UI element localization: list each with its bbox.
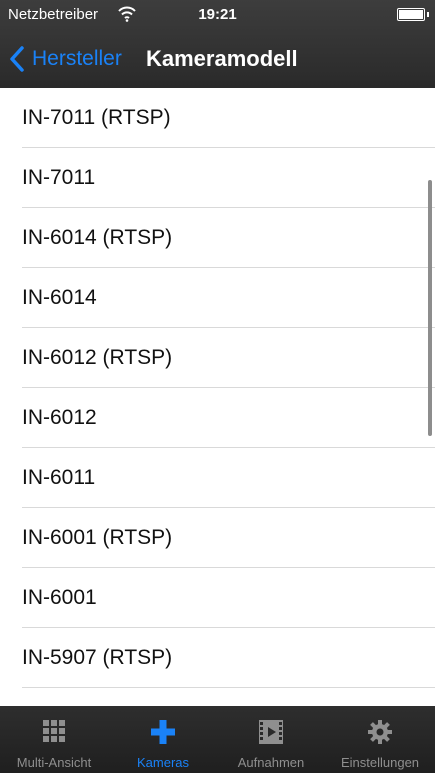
list-item[interactable]: IN-7011 [0,148,435,208]
list-item[interactable]: IN-6012 (RTSP) [0,328,435,388]
list-item[interactable] [0,688,435,706]
page-title: Kameramodell [146,46,298,71]
list-item-label: IN-6011 [22,466,96,489]
list-item-label: IN-5907 (RTSP) [22,646,173,669]
list-item-label: IN-6001 [22,586,97,609]
tab-label: Aufnahmen [237,755,305,770]
battery-icon [397,8,429,21]
tab-bar: Multi-Ansicht Kameras Aufnahmen Einstell… [0,706,435,773]
list-item-label: IN-6014 [22,286,97,309]
film-icon [259,720,283,744]
tab-kameras[interactable]: Kameras [109,706,217,773]
list-item[interactable]: IN-5907 (RTSP) [0,628,435,688]
list-item[interactable]: IN-6001 [0,568,435,628]
back-button[interactable]: Hersteller [8,44,122,74]
tab-label: Kameras [136,755,190,770]
camera-model-list[interactable]: IN-7011 (RTSP) IN-7011 IN-6014 (RTSP) IN… [0,88,435,706]
top-bar: Netzbetreiber 19:21 Hersteller Kameramod… [0,0,435,88]
chevron-left-icon [10,46,24,72]
list-item-label: IN-6014 (RTSP) [22,226,173,249]
list-item[interactable]: IN-6014 (RTSP) [0,208,435,268]
status-bar: Netzbetreiber 19:21 [0,0,435,30]
tab-label: Multi-Ansicht [16,755,92,770]
list-item[interactable]: IN-7011 (RTSP) [0,88,435,148]
list-item-label: IN-6012 (RTSP) [22,346,173,369]
list-item[interactable]: IN-6014 [0,268,435,328]
tab-multi-ansicht[interactable]: Multi-Ansicht [0,706,108,773]
back-button-label: Hersteller [32,47,122,70]
grid-icon [43,720,65,742]
list-item[interactable]: IN-6001 (RTSP) [0,508,435,568]
list-item-label: IN-7011 [22,166,96,189]
plus-icon [151,720,175,744]
tab-label: Einstellungen [340,755,420,770]
scrollbar[interactable] [428,180,432,436]
list-item[interactable]: IN-6012 [0,388,435,448]
list-item[interactable]: IN-6011 [0,448,435,508]
gear-icon [368,720,392,744]
list-item-label: IN-6001 (RTSP) [22,526,173,549]
list-item-label: IN-6012 [22,406,97,429]
list-item-label: IN-7011 (RTSP) [22,106,171,129]
tab-einstellungen[interactable]: Einstellungen [326,706,434,773]
tab-aufnahmen[interactable]: Aufnahmen [217,706,325,773]
navigation-bar: Hersteller Kameramodell [0,32,435,88]
status-time: 19:21 [198,6,237,23]
